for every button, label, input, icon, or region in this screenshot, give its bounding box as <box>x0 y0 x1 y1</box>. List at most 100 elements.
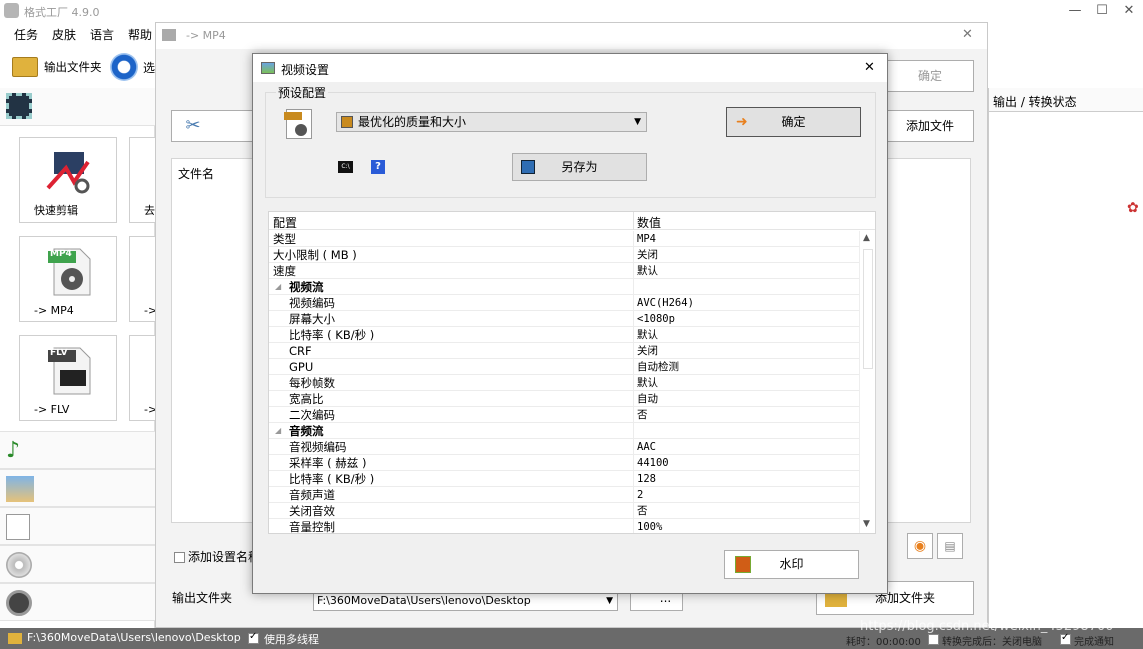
value-column-header[interactable]: 数值 <box>637 214 661 231</box>
table-row[interactable]: CRF 关闭 <box>269 343 859 359</box>
scroll-thumb[interactable] <box>863 249 873 369</box>
setting-value[interactable]: 100% <box>637 519 662 533</box>
setting-value[interactable]: 否 <box>637 503 648 519</box>
setting-value[interactable]: MP4 <box>637 231 656 247</box>
view-button[interactable]: ▤ <box>937 533 963 559</box>
document-category-header[interactable] <box>0 507 155 545</box>
table-row[interactable]: 音量控制 100% <box>269 519 859 533</box>
disc-category-header[interactable] <box>0 545 155 583</box>
table-row[interactable]: 音视频编码 AAC <box>269 439 859 455</box>
setting-value[interactable]: 关闭 <box>637 343 658 359</box>
setting-name: GPU <box>289 360 314 374</box>
config-column-header[interactable]: 配置 <box>273 214 297 231</box>
menu-bar: 任务 皮肤 语言 帮助 <box>0 22 155 44</box>
video-settings-dialog: 视频设置 ✕ 预设配置 最优化的质量和大小 ▼ ➜ 确定 C:\ ? 另存为 配… <box>252 53 888 594</box>
setting-value[interactable]: 默认 <box>637 327 658 343</box>
converter-icon <box>162 29 176 41</box>
table-row[interactable]: 比特率 ( KB/秒 ) 默认 <box>269 327 859 343</box>
setting-value[interactable]: 默认 <box>637 375 658 391</box>
setting-value[interactable]: 44100 <box>637 455 669 471</box>
video-category-header[interactable] <box>0 88 155 126</box>
close-button[interactable]: ✕ <box>1116 2 1142 20</box>
tile-label: -> MP4 <box>34 304 74 317</box>
tile-label: 快速剪辑 <box>34 204 78 217</box>
scroll-up-icon[interactable]: ▲ <box>863 233 870 243</box>
table-row[interactable]: 速度 默认 <box>269 263 859 279</box>
table-row[interactable]: 二次编码 否 <box>269 407 859 423</box>
minimize-button[interactable]: — <box>1062 2 1088 20</box>
setting-name: 屏幕大小 <box>289 312 335 326</box>
output-path-select[interactable]: F:\360MoveData\Users\lenovo\Desktop ▼ <box>313 591 618 611</box>
converter-confirm-button[interactable]: 确定 <box>886 60 974 92</box>
setting-value[interactable]: 128 <box>637 471 656 487</box>
column-divider <box>633 439 634 455</box>
column-divider <box>633 359 634 375</box>
dialog-close-icon[interactable]: ✕ <box>864 60 875 75</box>
table-row[interactable]: GPU 自动检测 <box>269 359 859 375</box>
setting-value[interactable]: 默认 <box>637 263 658 279</box>
maximize-button[interactable]: ☐ <box>1089 2 1115 20</box>
tool-button[interactable]: ✂ <box>171 110 256 142</box>
table-row[interactable]: 关闭音效 否 <box>269 503 859 519</box>
table-row[interactable]: 宽高比 自动 <box>269 391 859 407</box>
status-panel-title: 输出 / 转换状态 <box>993 95 1077 109</box>
column-divider <box>633 519 634 533</box>
setting-value[interactable]: <1080p <box>637 311 675 327</box>
menu-language[interactable]: 语言 <box>90 26 114 43</box>
setting-value[interactable]: 否 <box>637 407 648 423</box>
scroll-down-icon[interactable]: ▼ <box>863 519 870 529</box>
tile-quick-edit[interactable]: 快速剪辑 <box>19 137 117 223</box>
table-row[interactable]: 每秒帧数 默认 <box>269 375 859 391</box>
options-icon[interactable] <box>110 53 138 81</box>
setting-value[interactable]: 关闭 <box>637 247 658 263</box>
output-folder-button[interactable]: 输出文件夹 <box>44 59 102 75</box>
setting-name: 采样率 ( 赫兹 ) <box>289 456 367 470</box>
play-button[interactable]: ◉ <box>907 533 933 559</box>
setting-value[interactable]: AVC(H264) <box>637 295 694 311</box>
save-as-button[interactable]: 另存为 <box>512 153 647 181</box>
help-icon[interactable]: ? <box>371 160 385 174</box>
arrow-right-icon: ➜ <box>736 114 748 130</box>
options-label[interactable]: 选 <box>143 59 155 76</box>
multithread-checkbox[interactable] <box>248 631 259 644</box>
tools-category-header[interactable] <box>0 583 155 621</box>
table-row[interactable]: 类型 MP4 <box>269 231 859 247</box>
table-row[interactable]: 比特率 ( KB/秒 ) 128 <box>269 471 859 487</box>
disc-icon <box>6 552 32 578</box>
column-divider <box>633 375 634 391</box>
table-scrollbar[interactable]: ▲ ▼ <box>859 231 875 533</box>
setting-value[interactable]: 2 <box>637 487 643 503</box>
tile-to-flv[interactable]: FLV -> FLV <box>19 335 117 421</box>
tile-to-mp4[interactable]: MP4 -> MP4 <box>19 236 117 322</box>
preset-value: 最优化的质量和大小 <box>358 115 467 129</box>
setting-name: 宽高比 <box>289 392 324 406</box>
table-row[interactable]: ◢ 音频流 <box>269 423 859 439</box>
table-row[interactable]: 视频编码 AVC(H264) <box>269 295 859 311</box>
preset-select[interactable]: 最优化的质量和大小 ▼ <box>336 112 647 132</box>
menu-help[interactable]: 帮助 <box>128 26 152 43</box>
add-file-button[interactable]: 添加文件 <box>886 110 974 142</box>
table-row[interactable]: 大小限制 ( MB ) 关闭 <box>269 247 859 263</box>
audio-category-header[interactable]: ♪ <box>0 431 155 469</box>
setting-value[interactable]: 自动 <box>637 391 658 407</box>
converter-close-icon[interactable]: ✕ <box>962 27 973 42</box>
setting-name: 比特率 ( KB/秒 ) <box>289 328 375 342</box>
watermark-button[interactable]: 水印 <box>724 550 859 579</box>
setting-value[interactable]: AAC <box>637 439 656 455</box>
ok-button[interactable]: ➜ 确定 <box>726 107 861 137</box>
table-row[interactable]: 采样率 ( 赫兹 ) 44100 <box>269 455 859 471</box>
file-name-column-header[interactable]: 文件名 <box>178 165 214 182</box>
status-path: F:\360MoveData\Users\lenovo\Desktop <box>27 631 241 644</box>
table-row[interactable]: 音频声道 2 <box>269 487 859 503</box>
image-category-header[interactable] <box>0 469 155 507</box>
table-row[interactable]: 屏幕大小 <1080p <box>269 311 859 327</box>
cmd-icon[interactable]: C:\ <box>338 161 353 173</box>
setting-value[interactable]: 自动检测 <box>637 359 679 375</box>
setting-name: 二次编码 <box>289 408 335 422</box>
add-settings-checkbox[interactable] <box>174 550 185 564</box>
collapse-icon[interactable]: ◢ <box>275 423 281 439</box>
table-row[interactable]: ◢ 视频流 <box>269 279 859 295</box>
collapse-icon[interactable]: ◢ <box>275 279 281 295</box>
menu-task[interactable]: 任务 <box>14 26 38 43</box>
menu-skin[interactable]: 皮肤 <box>52 26 76 43</box>
